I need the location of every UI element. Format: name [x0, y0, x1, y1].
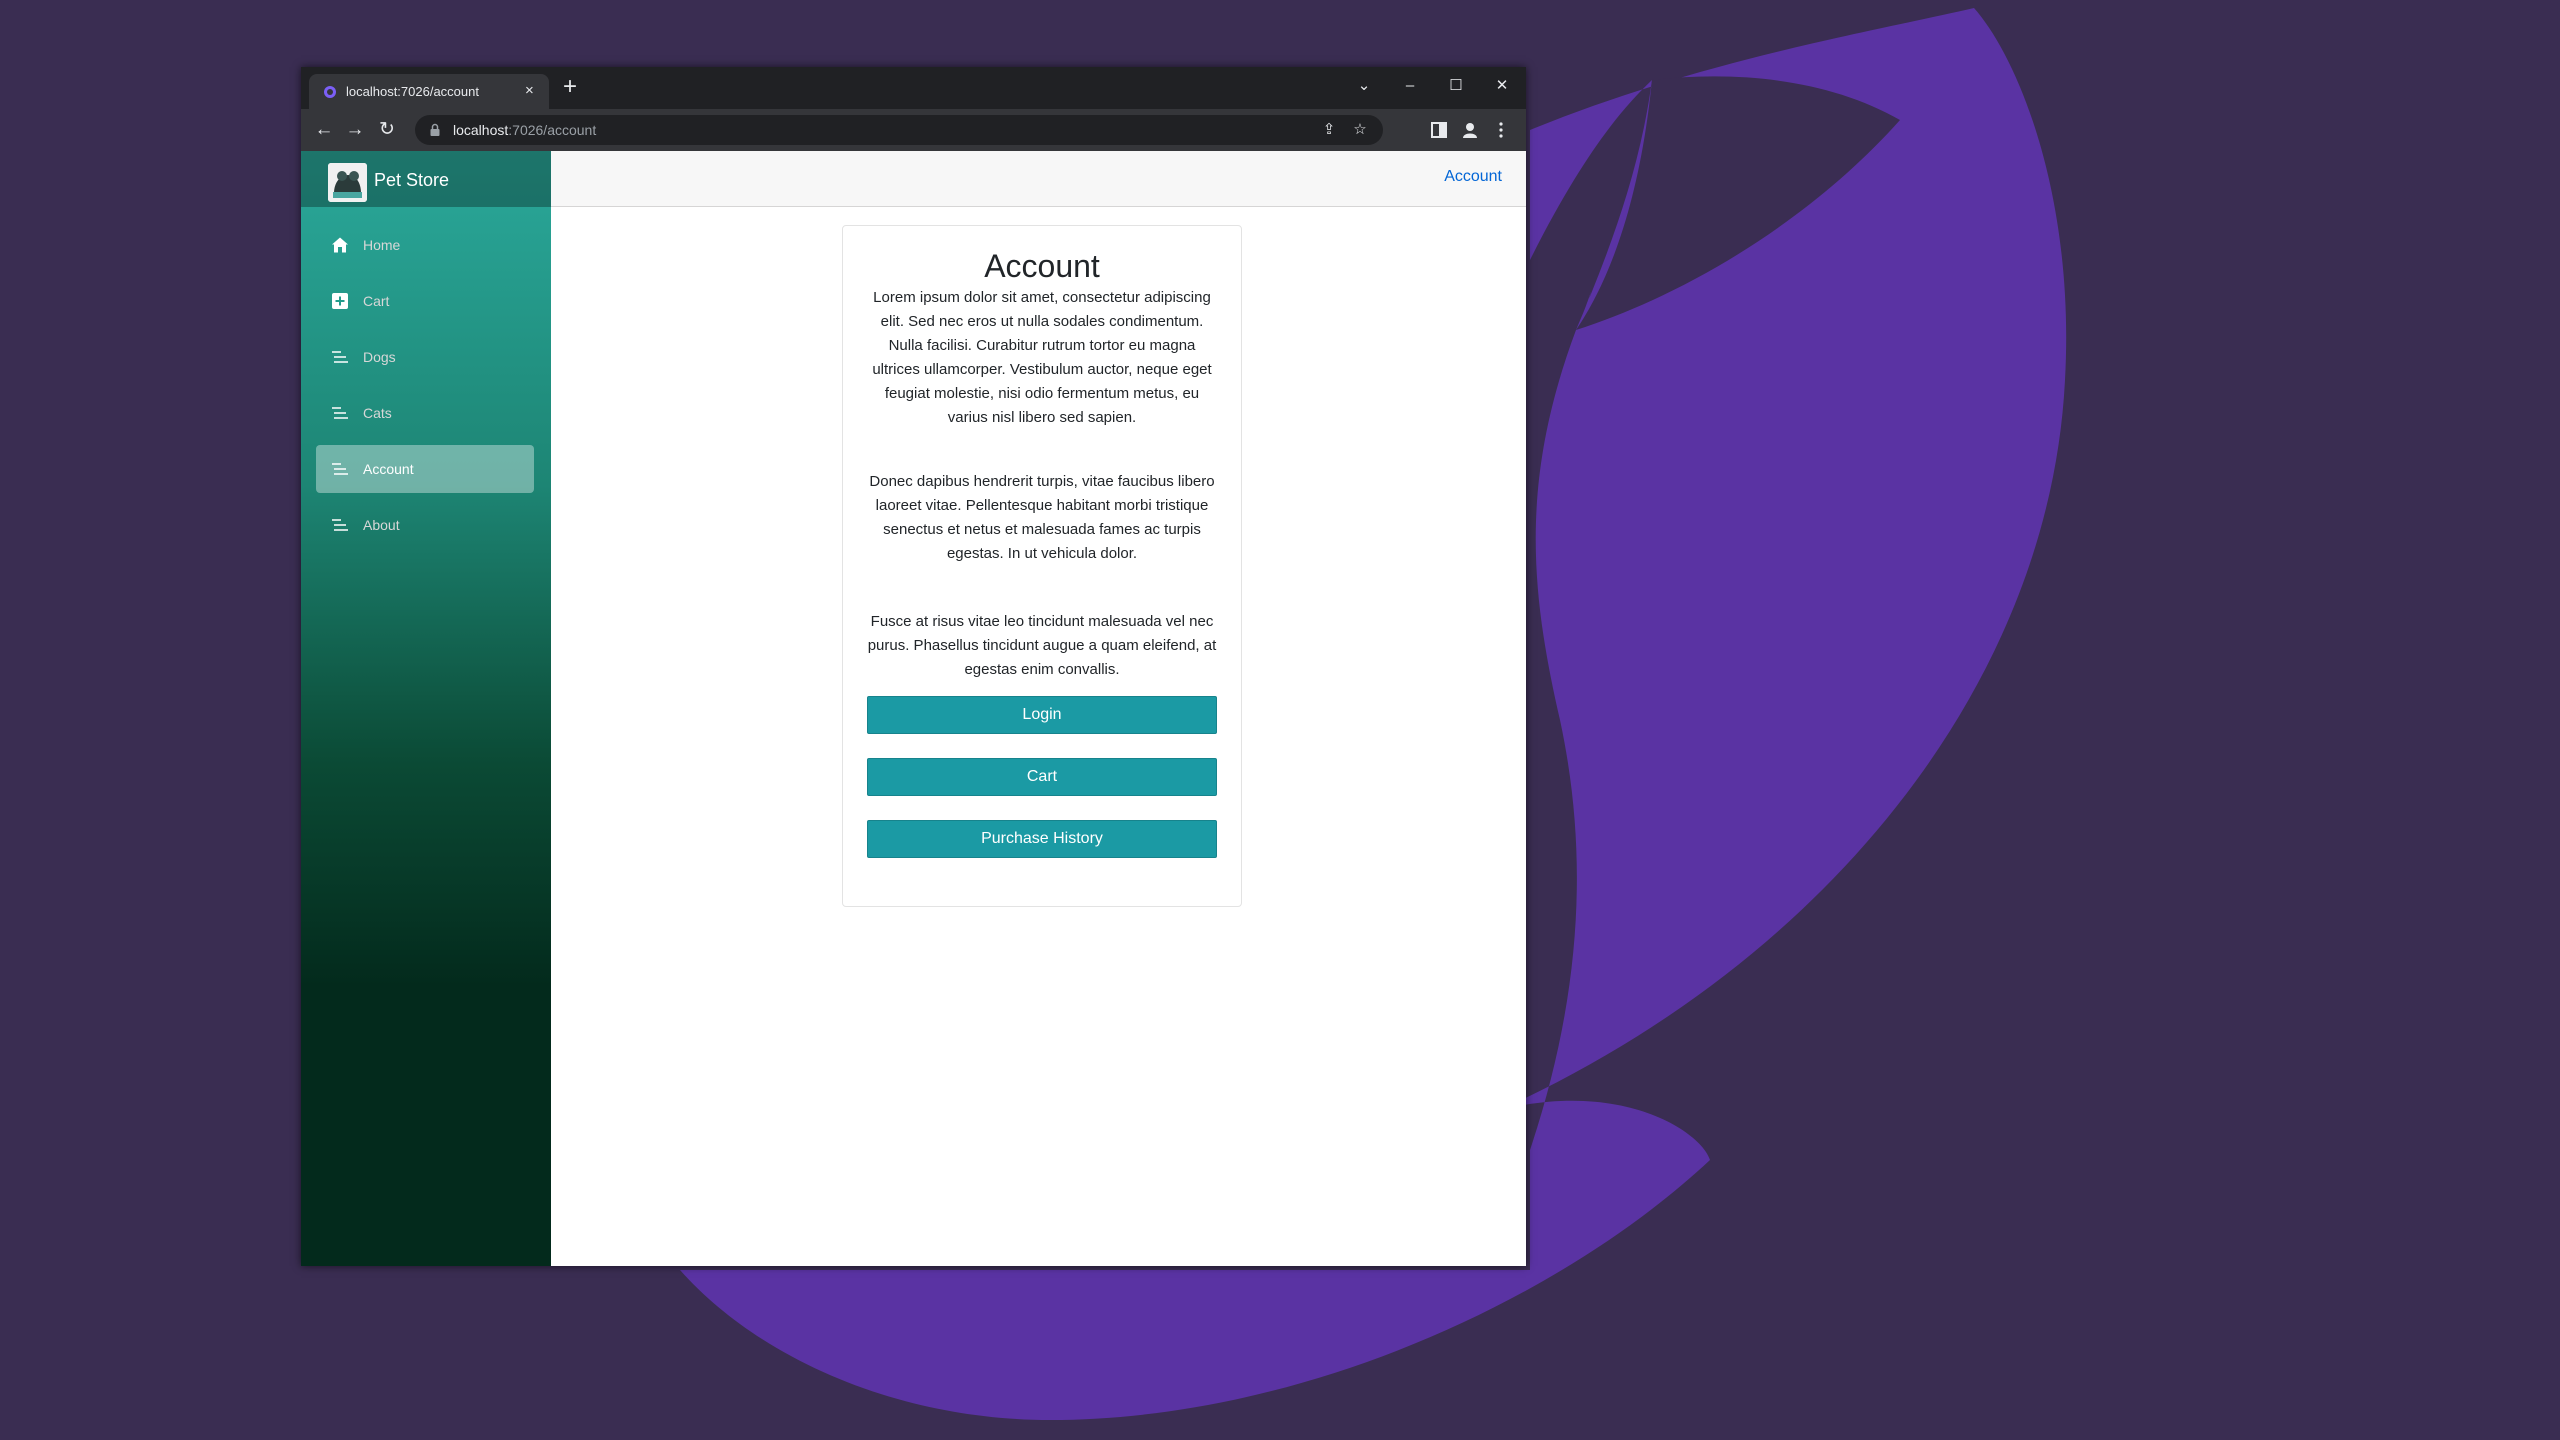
paragraph-3: Fusce at risus vitae leo tincidunt males… — [867, 613, 1217, 678]
profile-icon[interactable] — [1460, 120, 1480, 140]
list-icon — [332, 519, 348, 531]
sidebar: Pet Store Home Cart Dogs Cats Account Ab… — [301, 151, 551, 1266]
close-window-icon[interactable]: ✕ — [1487, 74, 1517, 98]
plus-square-icon — [332, 293, 348, 309]
list-icon — [332, 351, 348, 363]
address-bar[interactable]: localhost:7026/account ⇪ ☆ — [415, 115, 1383, 145]
sidebar-item-label: Dogs — [363, 349, 396, 365]
side-panel-icon[interactable] — [1429, 120, 1449, 140]
forward-icon[interactable]: → — [342, 117, 368, 143]
browser-window: localhost:7026/account × + ⌄ – ☐ ✕ ← → ↻… — [301, 67, 1526, 1266]
share-icon[interactable]: ⇪ — [1319, 120, 1339, 140]
sidebar-item-account[interactable]: Account — [316, 445, 534, 493]
sidebar-nav: Home Cart Dogs Cats Account About — [316, 221, 534, 557]
new-tab-icon[interactable]: + — [563, 75, 577, 99]
login-button[interactable]: Login — [867, 696, 1217, 734]
list-icon — [332, 407, 348, 419]
home-icon — [332, 237, 348, 253]
paragraph-2: Donec dapibus hendrerit turpis, vitae fa… — [869, 473, 1215, 562]
account-card: Account Lorem ipsum dolor sit amet, cons… — [842, 225, 1242, 907]
pet-store-logo — [328, 163, 367, 202]
minimize-icon[interactable]: – — [1395, 74, 1425, 98]
sidebar-item-label: Account — [363, 461, 414, 477]
sidebar-item-home[interactable]: Home — [316, 221, 534, 269]
brand-bar[interactable]: Pet Store — [301, 151, 551, 207]
back-icon[interactable]: ← — [311, 117, 337, 143]
url-host: localhost — [453, 122, 509, 138]
lock-icon — [430, 123, 440, 136]
maximize-icon[interactable]: ☐ — [1441, 74, 1471, 98]
purchase-history-button[interactable]: Purchase History — [867, 820, 1217, 858]
sidebar-item-label: Cart — [363, 293, 390, 309]
top-row: Account — [551, 151, 1526, 207]
sidebar-item-label: Cats — [363, 405, 392, 421]
url-path: :7026/account — [508, 122, 597, 138]
sidebar-item-cart[interactable]: Cart — [316, 277, 534, 325]
sidebar-item-dogs[interactable]: Dogs — [316, 333, 534, 381]
page-title: Account — [984, 248, 1100, 284]
page-viewport: Pet Store Home Cart Dogs Cats Account Ab… — [301, 151, 1526, 1266]
menu-icon[interactable] — [1491, 120, 1511, 140]
sidebar-item-label: About — [363, 517, 400, 533]
url-text: localhost:7026/account — [453, 122, 596, 138]
sidebar-item-label: Home — [363, 237, 401, 253]
tab-close-icon[interactable]: × — [525, 82, 534, 99]
blazor-favicon-icon — [324, 86, 336, 98]
list-icon — [332, 463, 348, 475]
star-icon[interactable]: ☆ — [1350, 120, 1370, 140]
sidebar-item-about[interactable]: About — [316, 501, 534, 549]
tab-strip: localhost:7026/account × + ⌄ – ☐ ✕ — [301, 67, 1526, 109]
sidebar-item-cats[interactable]: Cats — [316, 389, 534, 437]
brand-name: Pet Store — [374, 170, 450, 190]
tab-title: localhost:7026/account — [346, 84, 479, 99]
cart-button[interactable]: Cart — [867, 758, 1217, 796]
browser-toolbar: ← → ↻ localhost:7026/account ⇪ ☆ — [301, 109, 1526, 151]
reload-icon[interactable]: ↻ — [374, 117, 400, 143]
paragraph-1: Lorem ipsum dolor sit amet, consectetur … — [872, 289, 1212, 426]
tab-search-icon[interactable]: ⌄ — [1349, 74, 1379, 98]
browser-tab[interactable]: localhost:7026/account × — [309, 74, 549, 109]
account-link[interactable]: Account — [1444, 168, 1502, 186]
